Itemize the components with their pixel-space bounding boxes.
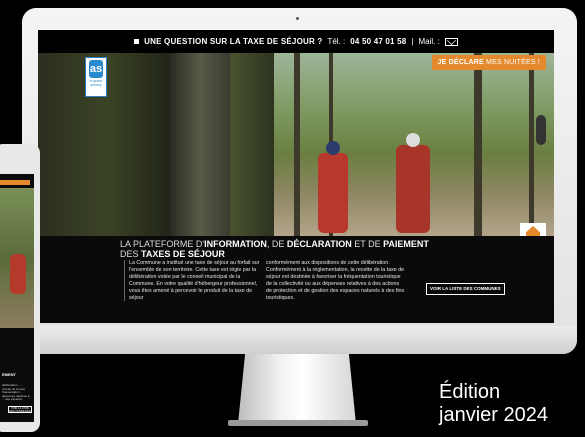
page-headline: LA PLATEFORME D'INFORMATION, DE DÉCLARAT…: [120, 239, 429, 259]
hero-image: as le grand annecy JE DÉCLARE MES NUITÉE…: [38, 53, 554, 236]
description-col1: La Commune a institué une taxe de séjour…: [124, 260, 265, 302]
website-screen: UNE QUESTION SUR LA TAXE DE SÉJOUR ? Tél…: [38, 30, 554, 323]
headline-bold: INFORMATION: [204, 239, 267, 249]
mail-icon[interactable]: [444, 37, 458, 46]
square-icon: [134, 39, 140, 44]
tel-label: Tél. :: [327, 37, 346, 46]
top-contact-bar: UNE QUESTION SUR LA TAXE DE SÉJOUR ? Tél…: [38, 30, 554, 53]
phone-headline: EMENT: [2, 372, 16, 377]
tree: [294, 53, 300, 236]
declare-light: MES NUITÉES !: [486, 59, 540, 66]
headline-bold: TAXES DE SÉJOUR: [141, 249, 225, 259]
headline-bold: DÉCLARATION: [286, 239, 352, 249]
tree-trunk: [170, 53, 230, 236]
separator: |: [411, 37, 414, 46]
phone-list-button[interactable]: VOIR LA LISTE DES COMMUNES: [8, 406, 32, 413]
hiker-figure: [396, 145, 430, 233]
hiker-figure: [536, 115, 546, 145]
imac-chin: [22, 326, 577, 354]
hiker-hat: [406, 133, 420, 147]
mail-label: Mail. :: [418, 37, 440, 46]
hiker-hat: [326, 141, 340, 155]
headline-text: ET DE: [351, 239, 384, 249]
headline-text: LA PLATEFORME D': [120, 239, 205, 249]
headline-text: DES: [120, 249, 142, 259]
question-text: UNE QUESTION SUR LA TAXE DE SÉJOUR ?: [144, 37, 323, 46]
phone-screen: EMENT délibération. ..., recette de la t…: [0, 174, 34, 422]
hiker-figure: [318, 153, 348, 233]
tree: [474, 53, 482, 236]
info-section: LA PLATEFORME D'INFORMATION, DE DÉCLARAT…: [38, 236, 554, 323]
phone-frame: EMENT délibération. ..., recette de la t…: [0, 144, 40, 432]
imac-stand: [238, 354, 356, 424]
grand-annecy-logo[interactable]: as le grand annecy: [85, 57, 107, 97]
declare-button[interactable]: JE DÉCLARE MES NUITÉES !: [431, 55, 546, 70]
headline-text: , DE: [266, 239, 287, 249]
list-communes-button[interactable]: VOIR LA LISTE DES COMMUNES: [426, 283, 505, 295]
edition-caption: Édition janvier 2024: [439, 381, 548, 427]
phone-text: délibération. ..., recette de la taxe fr…: [2, 383, 30, 402]
logo-text: le grand annecy: [89, 79, 103, 87]
camera-dot: [296, 17, 299, 20]
logo-mark: as: [89, 60, 103, 78]
imac-stand-foot: [228, 420, 368, 426]
declare-bold: JE DÉCLARE: [437, 59, 484, 66]
edition-line1: Édition: [439, 381, 501, 403]
forest-photo: [38, 53, 274, 236]
hiker-figure: [10, 254, 26, 294]
hikers-photo: [274, 53, 554, 236]
phone-number[interactable]: 04 50 47 01 58: [350, 37, 406, 46]
edition-line2: janvier 2024: [439, 404, 548, 426]
headline-bold: PAIEMENT: [383, 239, 429, 249]
description-col2: conformément aux dispositions de cette d…: [266, 260, 405, 301]
phone-declare-button[interactable]: [0, 180, 30, 185]
tree: [529, 53, 534, 236]
